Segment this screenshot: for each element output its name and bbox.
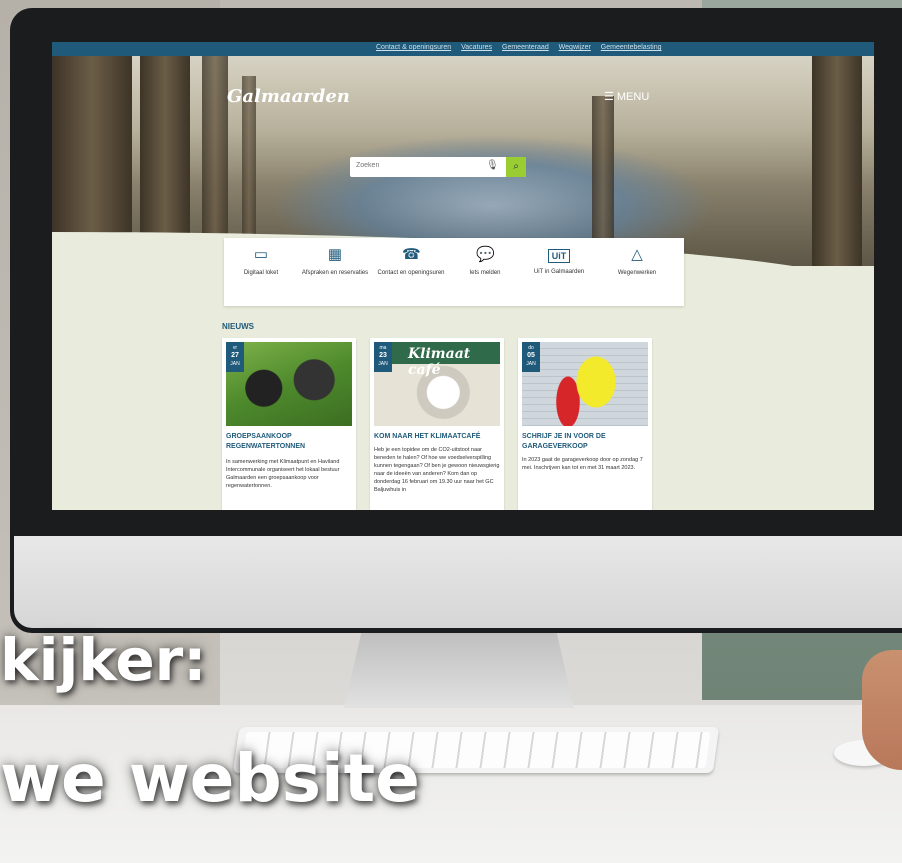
uit-icon: UiT [548, 249, 570, 263]
quicklinks-panel: ▭ Digitaal loket ▦ Afspraken en reservat… [224, 238, 684, 306]
news-heading: NIEUWS [222, 322, 254, 331]
quicklink-label: UiT in Galmaarden [533, 269, 585, 275]
news-date-badge: do 05 JAN [522, 342, 540, 372]
chat-icon: 💬 [476, 246, 495, 263]
browser-screen: Contact & openingsuren Vacatures Gemeent… [52, 42, 874, 510]
menu-button[interactable]: ☰ MENU [604, 90, 649, 103]
news-image: Klimaat café [374, 342, 500, 426]
overlay-headline-line2: we website [0, 740, 420, 817]
overlay-headline-line1: kijker: [0, 626, 207, 694]
quicklink-afspraken[interactable]: ▦ Afspraken en reservaties [298, 246, 372, 276]
calendar-icon: ▦ [327, 246, 343, 263]
hand [862, 650, 902, 770]
news-card[interactable]: vr 27 JAN GROEPSAANKOOP REGENWATERTONNEN I… [222, 338, 356, 510]
news-excerpt: In 2023 gaat de garageverkoop door op zo… [522, 457, 643, 471]
menu-label: MENU [616, 91, 650, 103]
quicklink-contact[interactable]: ☎ Contact en openingsuren [374, 246, 448, 276]
news-date-badge: vr 27 JAN [226, 342, 244, 372]
hamburger-icon: ☰ [604, 91, 614, 103]
monitor-chin [14, 536, 902, 628]
news-date-badge: ma 23 JAN [374, 342, 392, 372]
klimaatcafe-image-text: Klimaat café [408, 346, 471, 378]
search-box: 🎙 ⌕ [350, 157, 526, 177]
topbar-link-contact[interactable]: Contact & openingsuren [376, 44, 451, 51]
quicklink-digitaal-loket[interactable]: ▭ Digitaal loket [224, 246, 298, 276]
topbar-link-vacatures[interactable]: Vacatures [461, 44, 492, 51]
topbar-link-wegwijzer[interactable]: Wegwijzer [559, 44, 591, 51]
news-excerpt: Heb je een topidee om de CO2-uitstoot na… [374, 447, 500, 493]
top-utility-bar: Contact & openingsuren Vacatures Gemeent… [52, 42, 874, 56]
news-image [522, 342, 648, 426]
microphone-icon[interactable]: 🎙 [486, 160, 499, 171]
quicklink-label: Digitaal loket [243, 270, 279, 276]
news-card[interactable]: Klimaat café ma 23 JAN KOM NAAR HET KLIMAA… [370, 338, 504, 510]
monitor-stand [344, 628, 574, 708]
news-card[interactable]: do 05 JAN SCHRIJF JE IN VOOR DE GARAGEVERK… [518, 338, 652, 510]
traffic-cone-icon: △ [631, 246, 643, 263]
quicklink-wegenwerken[interactable]: △ Wegenwerken [600, 246, 674, 276]
news-title[interactable]: SCHRIJF JE IN VOOR DE GARAGEVERKOOP [522, 432, 648, 452]
phone-icon: ☎ [402, 246, 421, 263]
laptop-icon: ▭ [253, 246, 269, 263]
quicklink-label: Wegenwerken [617, 270, 657, 276]
topbar-link-gemeenteraad[interactable]: Gemeenteraad [502, 44, 549, 51]
quicklink-uit[interactable]: UiT UiT in Galmaarden [522, 246, 596, 275]
news-excerpt: In samenwerking met Klimaatpunt en Havil… [226, 459, 340, 489]
news-title[interactable]: KOM NAAR HET KLIMAATCAFÉ [374, 432, 500, 442]
news-image [226, 342, 352, 426]
quicklink-label: Contact en openingsuren [377, 270, 445, 276]
news-title[interactable]: GROEPSAANKOOP REGENWATERTONNEN [226, 432, 352, 452]
search-icon: ⌕ [513, 161, 519, 172]
search-button[interactable]: ⌕ [506, 157, 526, 177]
quicklink-label: Afspraken en reservaties [301, 270, 369, 276]
topbar-link-belasting[interactable]: Gemeentebelasting [601, 44, 662, 51]
quicklink-label: Iets melden [469, 270, 501, 276]
quicklink-melden[interactable]: 💬 Iets melden [448, 246, 522, 276]
site-logo[interactable]: Galmaarden [227, 86, 350, 107]
search-input[interactable] [356, 162, 476, 169]
